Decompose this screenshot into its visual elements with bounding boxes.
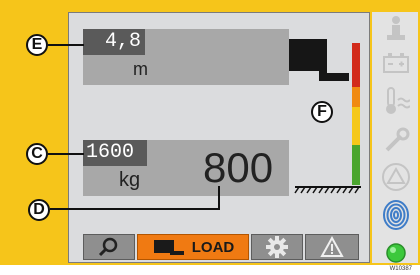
load-unit: kg: [119, 169, 141, 191]
warning-triangle-icon: [381, 162, 411, 192]
gear-icon: [266, 236, 288, 258]
wrench-icon: [381, 126, 411, 156]
battery-icon: [381, 48, 411, 78]
load-button[interactable]: LOAD: [137, 234, 249, 260]
height-unit: m: [133, 59, 148, 79]
gauge-segment-green: [352, 145, 360, 185]
height-value: 4,8: [83, 29, 145, 55]
callout-c: C: [26, 143, 48, 165]
load-button-label: LOAD: [191, 238, 235, 256]
magnifier-icon: [98, 237, 118, 257]
fingerprint-icon: [381, 200, 411, 230]
temperature-icon: [381, 86, 411, 116]
load-panel: 1600 kg 800: [83, 140, 289, 196]
actual-load-value: 800: [203, 144, 274, 191]
callout-e: E: [26, 34, 48, 56]
load-icon: [153, 240, 184, 255]
settings-button[interactable]: [251, 234, 303, 260]
callout-f: F: [311, 101, 333, 123]
warning-button[interactable]: [305, 234, 359, 260]
callout-c-leader: [48, 153, 84, 155]
height-panel: 4,8 m: [83, 29, 289, 85]
warning-icon: [320, 236, 344, 257]
status-sidebar: [372, 12, 418, 263]
callout-d-leader-v: [218, 186, 220, 210]
gauge-segment-yellow: [352, 107, 360, 145]
gauge-segment-orange: [352, 87, 360, 107]
display-screen: 4,8 m 1600 kg 800 LOAD: [68, 12, 370, 263]
callout-e-leader: [48, 44, 84, 46]
figure-code: W10387: [389, 266, 412, 272]
callout-d-leader-h: [50, 208, 220, 210]
fork-carriage-icon: [289, 39, 319, 71]
search-button[interactable]: [83, 234, 135, 260]
capacity-value: 1600: [83, 140, 147, 166]
person-lift-icon: [381, 14, 411, 44]
gauge-segment-red: [352, 43, 360, 87]
callout-d: D: [28, 199, 50, 221]
green-status-led: [381, 238, 411, 268]
